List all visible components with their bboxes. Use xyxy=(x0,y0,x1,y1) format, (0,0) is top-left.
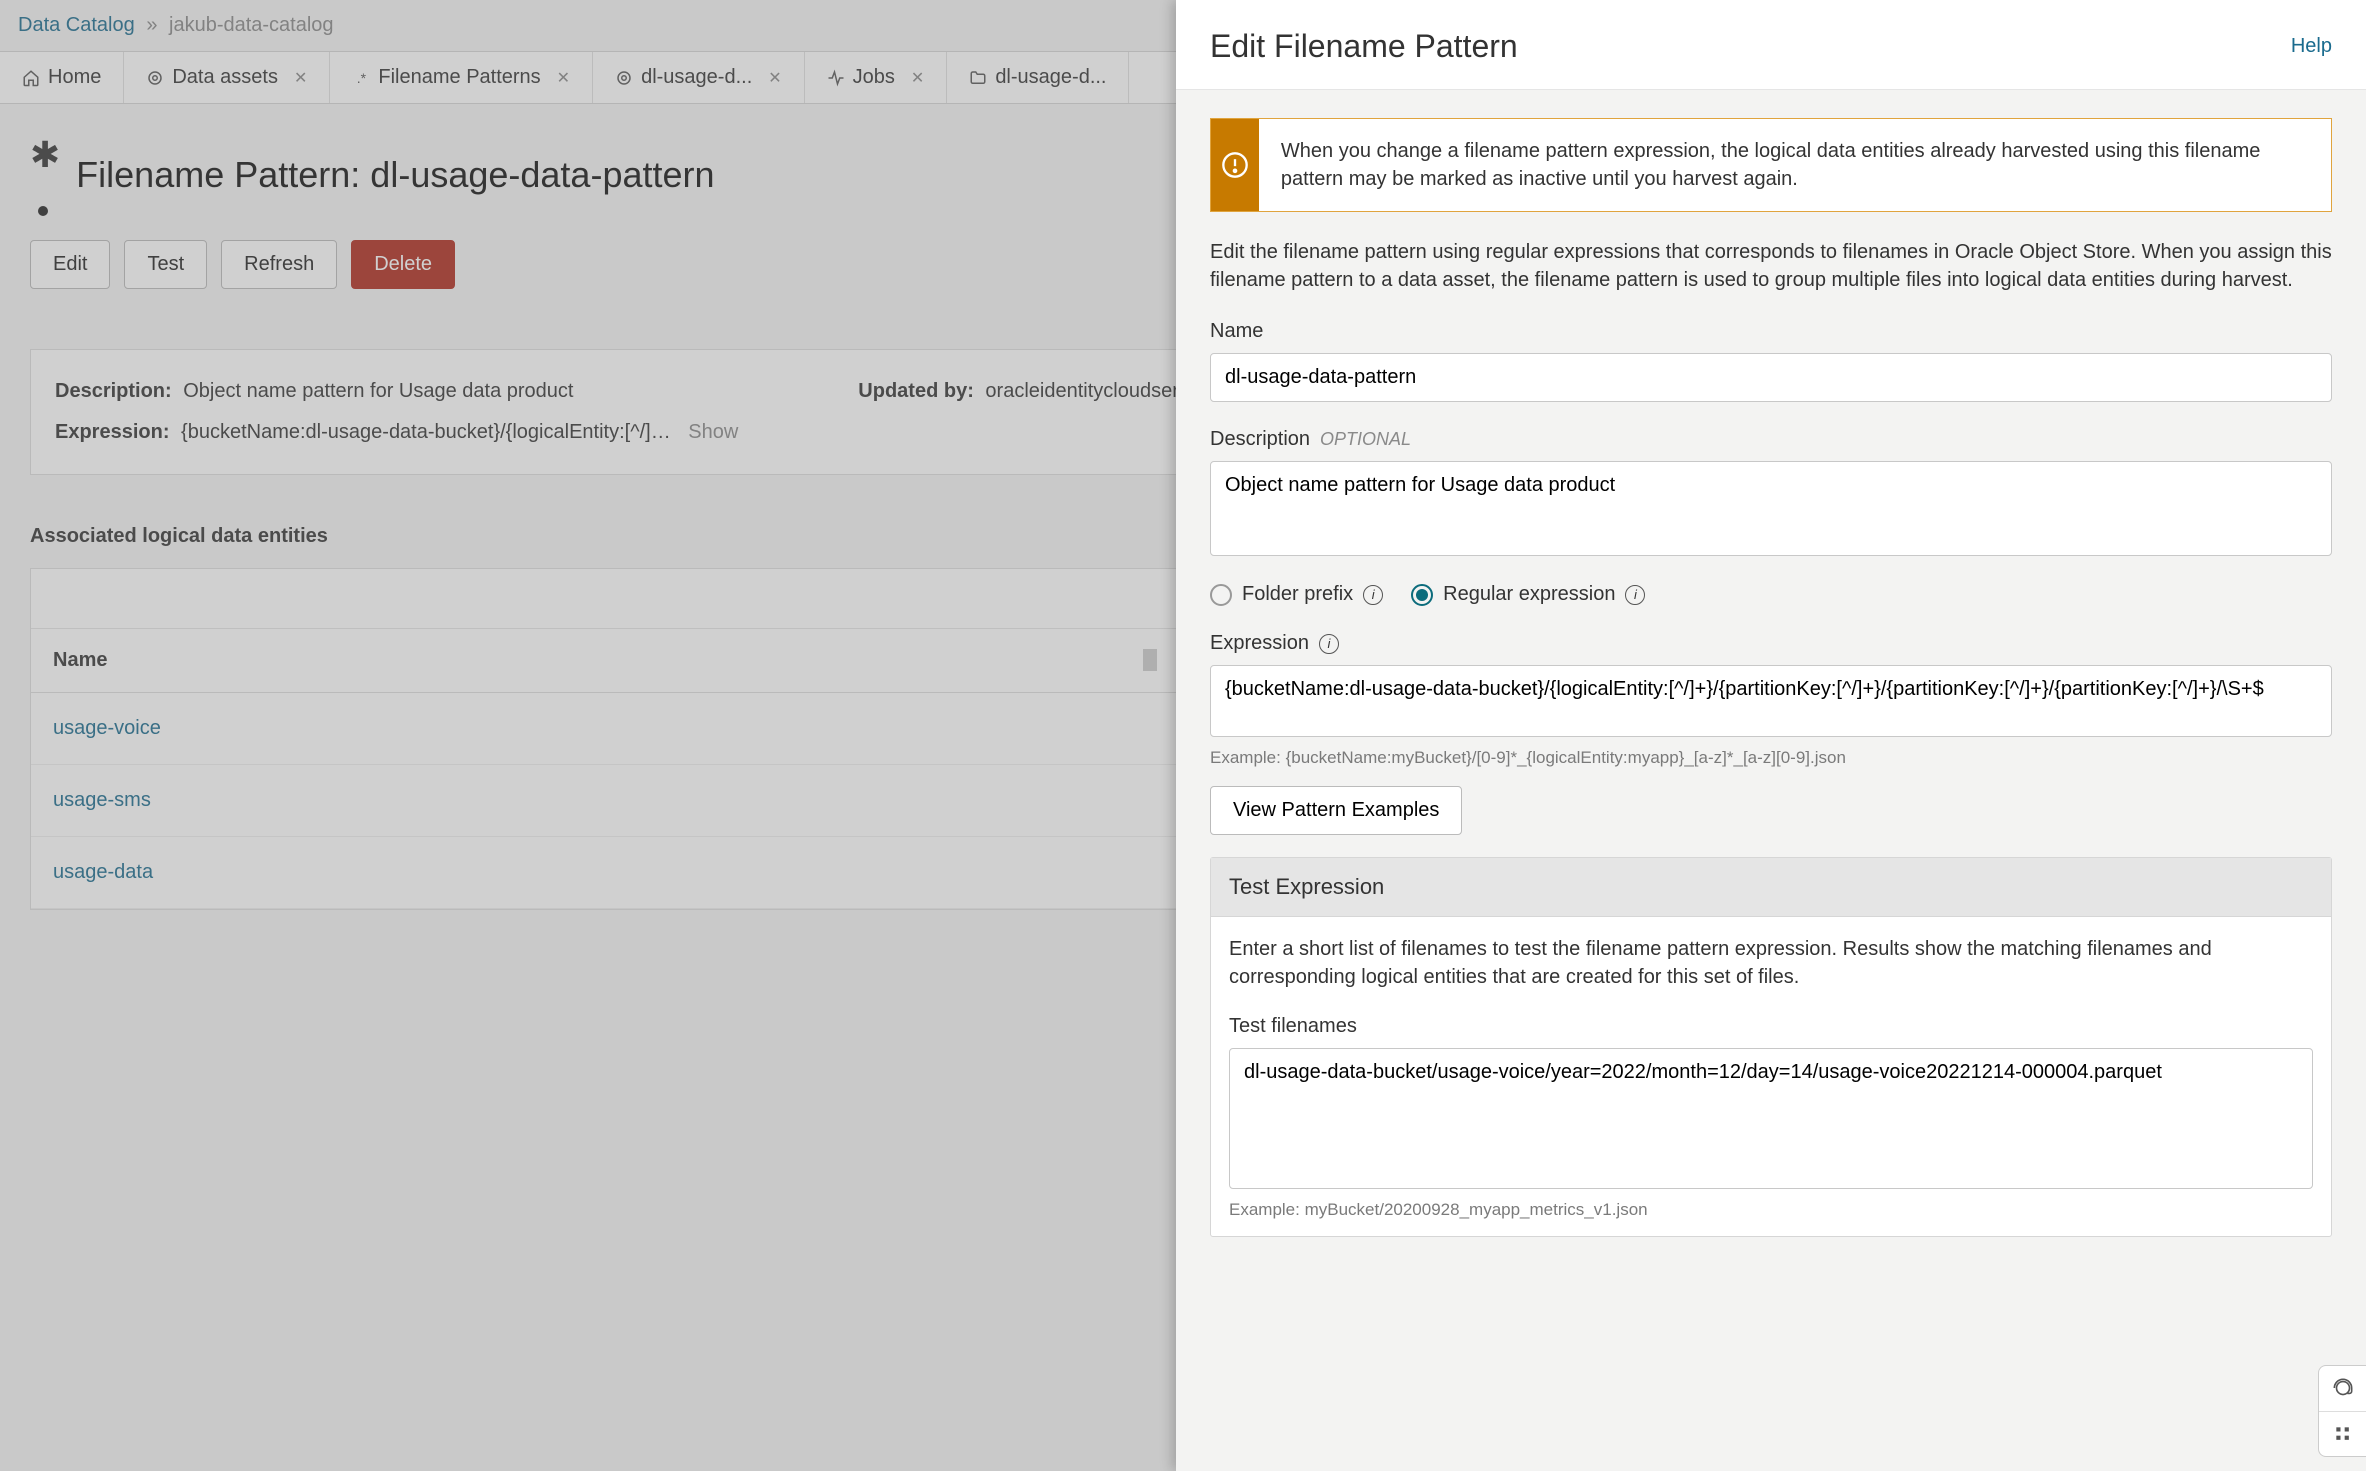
expression-value: {bucketName:dl-usage-data-bucket}/{logic… xyxy=(181,421,671,443)
description-key: Description: xyxy=(55,380,172,402)
test-filenames-label: Test filenames xyxy=(1229,1015,2313,1038)
tab-dl-usage-2[interactable]: dl-usage-d... xyxy=(947,52,1129,103)
tab-filename-patterns[interactable]: .* Filename Patterns ✕ xyxy=(330,52,593,103)
tab-label: dl-usage-d... xyxy=(641,66,752,89)
tab-label: Data assets xyxy=(172,66,278,89)
breadcrumb-root[interactable]: Data Catalog xyxy=(18,14,135,36)
target-icon xyxy=(146,69,164,87)
tab-home[interactable]: Home xyxy=(0,52,124,103)
info-icon[interactable]: i xyxy=(1625,585,1645,605)
entity-link[interactable]: usage-sms xyxy=(53,789,151,811)
info-icon[interactable]: i xyxy=(1363,585,1383,605)
test-filenames-input[interactable] xyxy=(1229,1048,2313,1189)
show-link[interactable]: Show xyxy=(688,421,738,443)
name-label: Name xyxy=(1210,320,2332,343)
breadcrumb-sep: » xyxy=(146,14,157,36)
expression-label-text: Expression xyxy=(1210,632,1309,655)
home-icon xyxy=(22,69,40,87)
pulse-icon xyxy=(827,69,845,87)
chat-icon[interactable] xyxy=(2319,1366,2366,1411)
radio-folder-label: Folder prefix xyxy=(1242,583,1353,606)
tab-label: dl-usage-d... xyxy=(995,66,1106,89)
tab-label: Jobs xyxy=(853,66,895,89)
delete-button[interactable]: Delete xyxy=(351,240,455,289)
panel-title: Edit Filename Pattern xyxy=(1210,28,1518,65)
sort-indicator-icon xyxy=(1143,649,1157,671)
radio-checked-icon xyxy=(1411,584,1433,606)
expression-label: Expression i xyxy=(1210,632,2332,655)
panel-intro: Edit the filename pattern using regular … xyxy=(1210,238,2332,294)
close-icon[interactable]: ✕ xyxy=(294,68,307,88)
target-icon xyxy=(615,69,633,87)
description-label-text: Description xyxy=(1210,428,1310,451)
refresh-button[interactable]: Refresh xyxy=(221,240,337,289)
expression-key: Expression: xyxy=(55,421,169,443)
edit-pattern-panel: Edit Filename Pattern Help When you chan… xyxy=(1176,0,2366,1471)
radio-unchecked-icon xyxy=(1210,584,1232,606)
radio-regular-expression[interactable]: Regular expression i xyxy=(1411,583,1645,606)
close-icon[interactable]: ✕ xyxy=(768,68,781,88)
warning-text: When you change a filename pattern expre… xyxy=(1259,119,2331,211)
grid-icon[interactable] xyxy=(2319,1412,2366,1457)
updated-by-key: Updated by: xyxy=(858,380,974,402)
test-description: Enter a short list of filenames to test … xyxy=(1229,935,2313,991)
folder-icon xyxy=(969,69,987,87)
name-input[interactable] xyxy=(1210,353,2332,402)
regex-icon: .* xyxy=(352,70,370,86)
support-widget[interactable] xyxy=(2318,1365,2366,1457)
star-icon: ✱ xyxy=(30,134,60,176)
test-filenames-example: Example: myBucket/20200928_myapp_metrics… xyxy=(1229,1200,2313,1220)
close-icon[interactable]: ✕ xyxy=(557,68,570,88)
test-expression-section: Test Expression Enter a short list of fi… xyxy=(1210,857,2332,1237)
entity-link[interactable]: usage-voice xyxy=(53,717,161,739)
tab-label: Home xyxy=(48,66,101,89)
tab-dl-usage-1[interactable]: dl-usage-d... ✕ xyxy=(593,52,805,103)
col-name[interactable]: Name xyxy=(31,629,1183,693)
col-name-label: Name xyxy=(53,649,107,671)
warning-icon xyxy=(1211,119,1259,211)
status-dot-icon xyxy=(38,206,48,216)
test-button[interactable]: Test xyxy=(124,240,207,289)
expression-example: Example: {bucketName:myBucket}/[0-9]*_{l… xyxy=(1210,748,2332,768)
radio-folder-prefix[interactable]: Folder prefix i xyxy=(1210,583,1383,606)
tab-label: Filename Patterns xyxy=(378,66,540,89)
pattern-type-radio-group: Folder prefix i Regular expression i xyxy=(1210,583,2332,606)
tab-jobs[interactable]: Jobs ✕ xyxy=(805,52,948,103)
help-link[interactable]: Help xyxy=(2291,35,2332,58)
view-examples-button[interactable]: View Pattern Examples xyxy=(1210,786,1462,835)
warning-callout: When you change a filename pattern expre… xyxy=(1210,118,2332,212)
info-icon[interactable]: i xyxy=(1319,634,1339,654)
description-label: Description OPTIONAL xyxy=(1210,428,2332,451)
breadcrumb-current: jakub-data-catalog xyxy=(169,14,334,36)
test-expression-header: Test Expression xyxy=(1211,858,2331,917)
radio-regex-label: Regular expression xyxy=(1443,583,1615,606)
expression-input[interactable] xyxy=(1210,665,2332,737)
page-title: Filename Pattern: dl-usage-data-pattern xyxy=(76,154,714,196)
entity-link[interactable]: usage-data xyxy=(53,861,153,883)
description-input[interactable] xyxy=(1210,461,2332,556)
description-value: Object name pattern for Usage data produ… xyxy=(183,380,573,402)
close-icon[interactable]: ✕ xyxy=(911,68,924,88)
optional-badge: OPTIONAL xyxy=(1320,429,1411,450)
edit-button[interactable]: Edit xyxy=(30,240,110,289)
tab-data-assets[interactable]: Data assets ✕ xyxy=(124,52,330,103)
